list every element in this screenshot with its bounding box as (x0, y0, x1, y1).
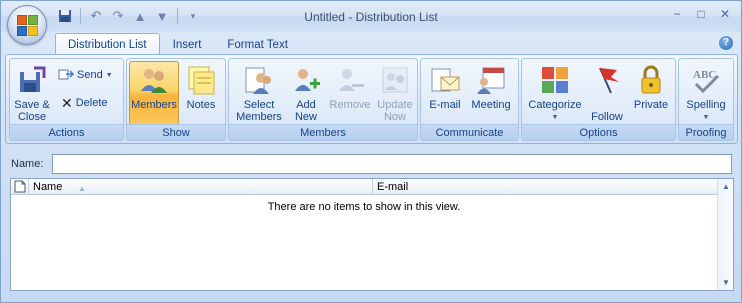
column-email-header[interactable]: E-mail (373, 179, 717, 195)
group-options: Categorize ▼ Follow Up ▼ (521, 58, 676, 141)
update-now-icon (379, 64, 411, 96)
remove-label: Remove (329, 99, 371, 111)
group-label-proofing: Proofing (679, 124, 733, 140)
email-button[interactable]: E-mail (425, 61, 465, 125)
private-button[interactable]: Private (629, 61, 673, 125)
ribbon-tabs: Distribution List Insert Format Text (55, 33, 301, 55)
remove-button[interactable]: Remove (327, 61, 373, 125)
sort-ascending-icon: ▲ (78, 184, 86, 193)
meeting-icon (475, 64, 507, 96)
maximize-icon[interactable]: □ (691, 5, 711, 23)
office-logo-icon (17, 15, 39, 37)
group-members: Select Members Add New Remove Update Now… (228, 58, 418, 141)
column-name-header[interactable]: Name ▲ (29, 179, 373, 195)
ribbon: Save & Close Send ▼ ✕ Delete Actions Mem… (5, 54, 738, 144)
group-label-actions: Actions (10, 124, 123, 140)
spelling-check-icon: ABC (690, 64, 722, 96)
categorize-icon (539, 64, 571, 96)
group-communicate: E-mail Meeting Communicate (420, 58, 519, 141)
chevron-down-icon: ▼ (105, 71, 113, 79)
send-icon (58, 69, 74, 80)
members-view-label: Members (131, 99, 177, 111)
members-view-button[interactable]: Members (129, 61, 179, 125)
follow-up-flag-icon (591, 64, 623, 96)
notes-button[interactable]: Notes (181, 61, 221, 125)
meeting-label: Meeting (471, 99, 511, 111)
chevron-down-icon: ▼ (551, 114, 559, 121)
private-label: Private (633, 99, 669, 111)
update-now-label: Update Now (377, 99, 413, 123)
save-close-label: Save & Close (14, 99, 50, 123)
email-icon (429, 64, 461, 96)
save-close-icon (16, 64, 48, 96)
email-label: E-mail (429, 99, 461, 111)
send-button[interactable]: Send ▼ (58, 65, 113, 85)
delete-label: Delete (75, 97, 108, 109)
select-members-icon (243, 64, 275, 96)
categorize-label: Categorize (528, 99, 582, 111)
name-input[interactable] (52, 154, 732, 174)
list-header: Name ▲ E-mail (11, 179, 717, 195)
column-type-header[interactable] (11, 179, 29, 195)
scroll-up-icon[interactable]: ▲ (722, 182, 730, 191)
column-name-label: Name (33, 181, 63, 193)
members-list[interactable]: Name ▲ E-mail There are no items to show… (10, 178, 734, 291)
meeting-button[interactable]: Meeting (467, 61, 515, 125)
categorize-button[interactable]: Categorize ▼ (525, 61, 585, 125)
group-show: Members Notes Show (126, 58, 226, 141)
distribution-list-window: ↶ ↷ ▲ ▼ ▾ Untitled - Distribution List −… (0, 0, 742, 303)
title-bar: ↶ ↷ ▲ ▼ ▾ Untitled - Distribution List −… (1, 1, 741, 32)
window-controls: − □ ✕ (667, 5, 735, 23)
tab-distribution-list[interactable]: Distribution List (55, 33, 160, 55)
save-close-button[interactable]: Save & Close (12, 61, 52, 125)
remove-member-icon (334, 64, 366, 96)
follow-up-button[interactable]: Follow Up ▼ (587, 61, 627, 135)
spelling-button[interactable]: ABC Spelling ▼ (682, 61, 730, 125)
window-title: Untitled - Distribution List (304, 10, 438, 24)
notes-icon (185, 64, 217, 96)
empty-list-message: There are no items to show in this view. (267, 201, 461, 213)
group-label-members: Members (229, 124, 417, 140)
close-icon[interactable]: ✕ (715, 5, 735, 23)
tab-insert[interactable]: Insert (160, 33, 215, 55)
help-icon[interactable]: ? (719, 36, 733, 50)
delete-button[interactable]: ✕ Delete (61, 93, 108, 113)
name-label: Name: (11, 158, 44, 170)
add-new-button[interactable]: Add New (287, 61, 325, 125)
update-now-button[interactable]: Update Now (375, 61, 415, 125)
send-label: Send (77, 69, 103, 81)
add-new-label: Add New (294, 99, 317, 123)
lock-icon (635, 64, 667, 96)
vertical-scrollbar[interactable]: ▲ ▼ (717, 179, 733, 290)
column-email-label: E-mail (377, 181, 409, 193)
document-icon (14, 180, 26, 193)
office-button[interactable] (7, 5, 47, 45)
group-label-communicate: Communicate (421, 124, 518, 140)
select-members-button[interactable]: Select Members (233, 61, 285, 125)
select-members-label: Select Members (236, 99, 282, 123)
group-proofing: ABC Spelling ▼ Proofing (678, 58, 734, 141)
tab-format-text[interactable]: Format Text (214, 33, 301, 55)
notes-label: Notes (186, 99, 216, 111)
minimize-icon[interactable]: − (667, 5, 687, 23)
chevron-down-icon: ▼ (702, 114, 710, 121)
scroll-down-icon[interactable]: ▼ (722, 278, 730, 287)
group-actions: Save & Close Send ▼ ✕ Delete Actions (9, 58, 124, 141)
add-new-member-icon (290, 64, 322, 96)
spelling-label: Spelling (686, 99, 726, 111)
group-label-options: Options (522, 124, 675, 140)
group-label-show: Show (127, 124, 225, 140)
delete-icon: ✕ (61, 94, 73, 111)
members-icon (138, 64, 170, 96)
